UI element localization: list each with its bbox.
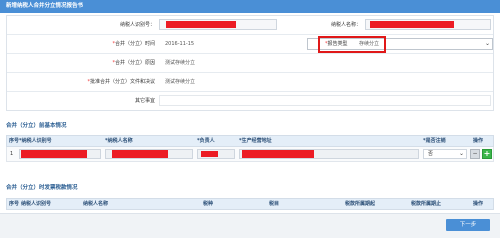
section2-header: 序号 纳税人识别号 纳税人名称 税种 税目 税款所属期起 税款所属期止 操作 — [6, 198, 494, 210]
col2-taxpayer-id: 纳税人识别号 — [21, 201, 52, 207]
row-taxpayer-id-input[interactable] — [19, 149, 101, 159]
row-taxpayer: 纳税人识别号： 纳税人名称： — [7, 16, 493, 35]
section1-title: 合并（分立）前基本情况 — [6, 123, 67, 129]
footer-bar: 下一步 — [0, 213, 500, 238]
redacted-row-person — [201, 151, 218, 157]
col2-taxpayer-name: 纳税人名称 — [83, 201, 109, 207]
col-cancel: *是否注销 — [423, 138, 446, 144]
col-index: 序号 — [9, 138, 20, 144]
taxpayer-id-label: 纳税人识别号： — [119, 22, 155, 28]
col2-period-start: 税款所属期起 — [345, 201, 376, 207]
reason-label: *合并（分立）原因 — [112, 60, 155, 66]
redacted-row-address — [242, 150, 314, 158]
col2-period-end: 税款所属期止 — [411, 201, 442, 207]
doc-label: *批准合并（分立）文件和决议 — [87, 79, 155, 85]
redacted-taxpayer-id — [166, 21, 236, 28]
chevron-down-icon: ⌄ — [484, 40, 490, 47]
window-title: 新增纳税人合并分立情况报告书 — [0, 0, 500, 13]
col2-action: 操作 — [473, 201, 484, 207]
chevron-down-icon: ⌄ — [458, 150, 464, 157]
row-index: 1 — [10, 151, 14, 157]
col-taxpayer-name: *纳税人名称 — [105, 138, 133, 144]
row-cancel-value: 否 — [428, 151, 434, 157]
taxpayer-name-label: 纳税人名称： — [330, 22, 361, 28]
redacted-taxpayer-name — [370, 21, 454, 28]
merge-time-label: *合并（分立）时间 — [112, 41, 155, 47]
row-other: 其它事宜 — [7, 92, 493, 110]
col2-tax-type: 税种 — [203, 201, 214, 207]
section1-header: 序号 *纳税人识别号 *纳税人名称 *负责人 *生产经营地址 *是否注销 操作 — [6, 135, 494, 147]
row-person-input[interactable] — [197, 149, 235, 159]
reason-value[interactable]: 测试存续分立 — [165, 54, 195, 72]
other-label: 其它事宜 — [134, 98, 155, 104]
highlight-box — [318, 36, 386, 53]
row-reason: *合并（分立）原因 测试存续分立 — [7, 54, 493, 73]
doc-value[interactable]: 测试存续分立 — [165, 73, 195, 91]
merge-time-value[interactable]: 2016-11-15 — [165, 35, 194, 53]
row-doc: *批准合并（分立）文件和决议 测试存续分立 — [7, 73, 493, 92]
redacted-row-id — [21, 150, 87, 158]
taxpayer-name-field[interactable] — [365, 19, 491, 30]
add-row-button[interactable]: + — [482, 149, 492, 159]
next-step-button[interactable]: 下一步 — [446, 219, 490, 231]
row-time: *合并（分立）时间 2016-11-15 *报告类型 存续分立 ⌄ — [7, 35, 493, 54]
col-action: 操作 — [473, 138, 484, 144]
col2-index: 序号 — [9, 201, 20, 207]
col2-tax-item: 税目 — [269, 201, 280, 207]
col-person: *负责人 — [197, 138, 215, 144]
row-taxpayer-name-input[interactable] — [105, 149, 193, 159]
row-cancel-select[interactable]: 否 ⌄ — [423, 149, 467, 159]
row-address-input[interactable] — [239, 149, 419, 159]
col-taxpayer-id: *纳税人识别号 — [19, 138, 52, 144]
other-field[interactable] — [159, 95, 491, 106]
section2-title: 合并（分立）时发票税款情况 — [6, 185, 78, 191]
remove-row-button[interactable]: − — [470, 149, 480, 159]
taxpayer-id-field[interactable] — [159, 19, 277, 30]
section1-row: 1 否 ⌄ − + — [6, 147, 494, 162]
col-address: *生产经营地址 — [239, 138, 272, 144]
basic-info-form: 纳税人识别号： 纳税人名称： *合并（分立）时间 2016-11-15 *报告类… — [6, 15, 494, 111]
redacted-row-name — [112, 150, 168, 158]
